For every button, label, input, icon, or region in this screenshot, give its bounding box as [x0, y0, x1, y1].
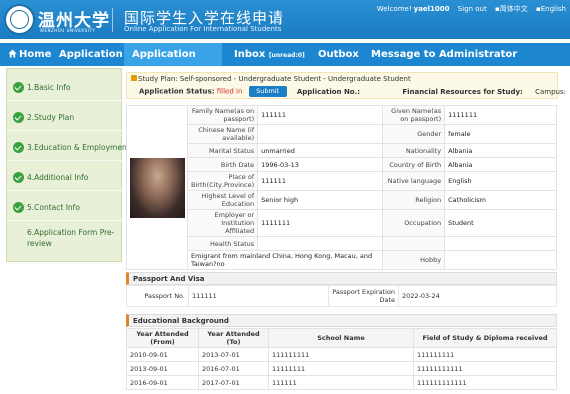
native-language-value: English [444, 171, 557, 191]
education-table: Year Attended (From) Year Attended (To) … [126, 328, 557, 390]
nav-application-query[interactable]: Application Query [124, 43, 222, 83]
nav-inbox[interactable]: Inbox [unread:0] [234, 43, 305, 66]
home-icon [8, 49, 17, 58]
sidebar-item-basic-info[interactable]: 1.Basic Info [7, 75, 123, 101]
country-birth-value: Albania [444, 157, 557, 172]
marital-value: unmarried [257, 143, 384, 158]
passport-expiry-label: Passport Expiration Date [328, 285, 399, 307]
university-seal-icon [4, 4, 35, 35]
nationality-value: Albania [444, 143, 557, 158]
emigrant-question: Emigrant from mainland China, Hong Kong,… [186, 250, 384, 270]
chinese-name-value [257, 124, 384, 144]
gender-value: female [444, 124, 557, 144]
inbox-unread-badge: [unread:0] [268, 52, 305, 59]
passport-expiry-value: 2022-03-24 [398, 285, 557, 307]
nav-outbox[interactable]: Outbox [318, 43, 359, 66]
check-circle-icon [13, 112, 24, 123]
place-birth-label: Place of Birth(City,Province) [186, 171, 259, 191]
financial-label: Financial Resources for Study: [402, 87, 523, 96]
sign-out-link[interactable]: Sign out [458, 5, 487, 13]
table-row: 2013-09-01 2016-07-01 11111111 111111111… [126, 361, 557, 376]
passport-no-label: Passport No. [126, 285, 189, 307]
sidebar-item-additional-info[interactable]: 4.Additional Info [7, 165, 123, 191]
top-header: 温州大学 WENZHOU UNIVERSITY 国际学生入学在线申请 Onlin… [0, 0, 570, 39]
employer-label: Employer or Institution Affiliated [186, 209, 259, 237]
col-school-name: School Name [268, 328, 414, 348]
nationality-label: Nationality [382, 143, 446, 158]
application-sidebar: 1.Basic Info 2.Study Plan 3.Education & … [6, 68, 130, 262]
chinese-name-label: Chinese Name (if available) [186, 124, 259, 144]
place-birth-value: 111111 [257, 171, 384, 191]
col-year-from: Year Attended (From) [126, 328, 199, 348]
occupation-value: Student [444, 209, 557, 237]
col-field-of-study: Field of Study & Diploma received [413, 328, 557, 348]
basic-info-table: Family Name(as on passport) 111111 Given… [126, 105, 557, 270]
education-level-label: Highest Level of Education [186, 190, 259, 210]
school-name-en: WENZHOU UNIVERSITY [40, 28, 96, 33]
check-circle-icon [13, 172, 24, 183]
main-nav: Home Application Application Query Inbox… [0, 43, 570, 83]
given-name-label: Given Name(as on passport) [382, 105, 446, 125]
sidebar-item-education[interactable]: 3.Education & Employment [7, 135, 130, 161]
col-year-to: Year Attended (To) [198, 328, 269, 348]
health-value [257, 236, 384, 251]
education-section-title: Educational Background [126, 314, 557, 327]
marital-label: Marital Status [186, 143, 259, 158]
sidebar-item-preview[interactable]: 6.Application Form Pre-review [27, 227, 122, 249]
employer-value: 1111111 [257, 209, 384, 237]
sidebar-item-study-plan[interactable]: 2.Study Plan [7, 105, 123, 131]
given-name-value: 1111111 [444, 105, 557, 125]
education-header-row: Year Attended (From) Year Attended (To) … [126, 328, 557, 348]
nav-message-admin[interactable]: Message to Administrator [371, 43, 517, 66]
table-row: 2016-09-01 2017-07-01 111111 11111111111… [126, 375, 557, 390]
logo-divider [112, 8, 113, 32]
hobby-label: Hobby [382, 250, 446, 270]
check-circle-icon [13, 202, 24, 213]
app-no-label: Application No.: [296, 87, 361, 96]
passport-section-title: Passport And Visa [126, 272, 557, 285]
passport-table: Passport No. 111111 Passport Expiration … [126, 285, 557, 307]
app-status-label: Application Status: [139, 87, 215, 96]
gender-label: Gender [382, 124, 446, 144]
birth-date-label: Birth Date [186, 157, 259, 172]
health-label: Health Status [186, 236, 259, 251]
birth-date-value: 1996-03-13 [257, 157, 384, 172]
passport-no-value: 111111 [188, 285, 329, 307]
nav-home[interactable]: Home [8, 43, 51, 66]
submit-button[interactable]: Submit [248, 86, 287, 97]
nav-application[interactable]: Application [59, 43, 123, 66]
native-language-label: Native language [382, 171, 446, 191]
app-status-value: filled in [216, 87, 243, 96]
table-row: 2010-09-01 2013-07-01 111111111 11111111… [126, 347, 557, 362]
photo-cell [126, 105, 188, 270]
lang-en-link[interactable]: ▪English [536, 5, 566, 13]
study-plan-text: Study Plan: Self-sponsored - Undergradua… [138, 75, 411, 83]
check-circle-icon [13, 142, 24, 153]
application-status-bar: Study Plan: Self-sponsored - Undergradua… [126, 72, 566, 99]
check-circle-icon [13, 82, 24, 93]
occupation-label: Occupation [382, 209, 446, 237]
hobby-value [444, 250, 557, 270]
welcome-label: Welcome! [376, 5, 412, 13]
country-birth-label: Country of Birth [382, 157, 446, 172]
applicant-photo [129, 157, 185, 218]
campus-label: Campus: [535, 87, 566, 96]
religion-label: Religion [382, 190, 446, 210]
warning-icon [131, 75, 137, 81]
education-level-value: Senior high [257, 190, 384, 210]
lang-cn-link[interactable]: ▪简体中文 [495, 5, 528, 13]
family-name-label: Family Name(as on passport) [186, 105, 259, 125]
top-links: Welcome! yael1000 Sign out ▪简体中文 ▪English [371, 4, 566, 14]
site-title-en: Online Application For International Stu… [124, 25, 282, 33]
sidebar-item-contact-info[interactable]: 5.Contact Info [7, 195, 123, 221]
username: yael1000 [413, 5, 450, 13]
family-name-value: 111111 [257, 105, 384, 125]
religion-value: Catholicism [444, 190, 557, 210]
